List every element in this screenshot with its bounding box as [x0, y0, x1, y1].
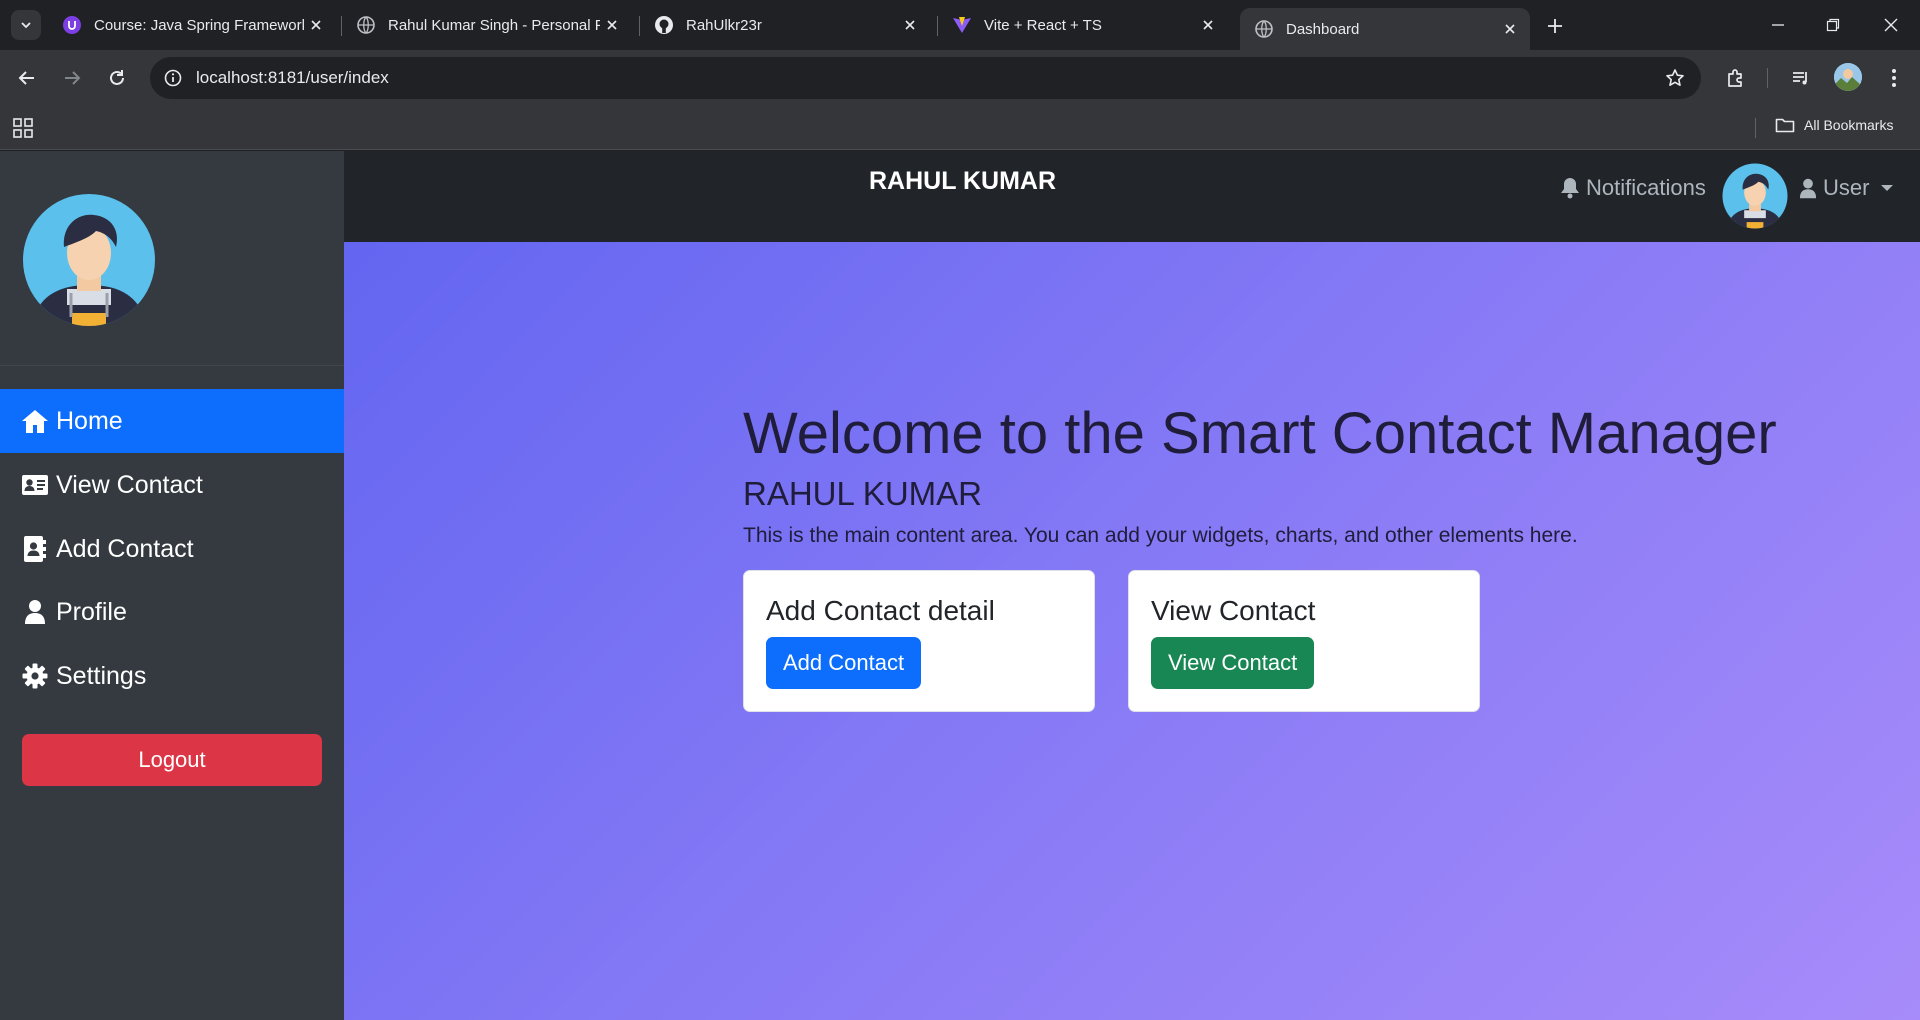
user-dropdown[interactable]: User	[1799, 175, 1894, 201]
sidebar-item-add-contact[interactable]: Add Contact	[0, 517, 344, 581]
contact-card-icon	[20, 471, 50, 499]
sidebar-avatar	[22, 193, 156, 327]
arrow-right-icon	[65, 71, 81, 85]
browser-tab[interactable]: Vite + React + TS	[938, 6, 1228, 44]
navbar-avatar[interactable]	[1722, 163, 1788, 229]
sidebar-item-home[interactable]: Home	[0, 389, 344, 453]
sidebar-item-label: Home	[56, 406, 123, 435]
vite-icon	[952, 15, 972, 35]
tab-title: Vite + React + TS	[984, 16, 1102, 34]
media-control-button[interactable]	[1784, 61, 1818, 95]
close-icon[interactable]	[1498, 17, 1522, 41]
reload-button[interactable]	[100, 61, 134, 95]
restore-button[interactable]	[1818, 10, 1848, 40]
close-window-button[interactable]	[1876, 10, 1906, 40]
minimize-icon	[1772, 24, 1784, 26]
sidebar-item-label: View Contact	[56, 470, 203, 499]
main-content: Welcome to the Smart Contact Manager RAH…	[344, 242, 1920, 1020]
sidebar-item-label: Settings	[56, 661, 147, 690]
apps-grid-icon[interactable]	[12, 117, 34, 139]
sidebar-item-label: Profile	[56, 597, 127, 626]
navbar-brand[interactable]: RAHUL KUMAR	[869, 167, 1056, 196]
card-title: Add Contact detail	[766, 595, 995, 626]
reload-icon	[110, 70, 124, 85]
browser-tab[interactable]: RahUlkr23r	[640, 6, 930, 44]
user-icon	[20, 598, 50, 626]
browser-tab-strip: Course: Java Spring Framework Rahul Kuma…	[0, 0, 1920, 50]
add-contact-button[interactable]: Add Contact	[766, 637, 922, 689]
folder-icon	[1775, 118, 1795, 133]
all-bookmarks-label: All Bookmarks	[1804, 117, 1894, 133]
gear-icon	[20, 662, 50, 690]
home-icon	[20, 407, 50, 435]
address-bar[interactable]: localhost:8181/user/index	[150, 57, 1701, 99]
site-info-icon[interactable]	[160, 65, 186, 91]
notifications-label: Notifications	[1586, 175, 1706, 200]
bell-icon	[1561, 178, 1579, 199]
welcome-heading: Welcome to the Smart Contact Manager	[743, 401, 1777, 466]
sidebar-divider	[0, 365, 344, 366]
caret-down-icon	[1881, 185, 1894, 191]
browser-tab[interactable]: Rahul Kumar Singh - Personal P	[342, 6, 632, 44]
url-text[interactable]: localhost:8181/user/index	[196, 68, 389, 88]
add-contact-card: Add Contact detail Add Contact	[743, 570, 1095, 712]
plus-icon	[1548, 19, 1562, 33]
restore-icon	[1826, 18, 1840, 32]
view-contact-card: View Contact View Contact	[1128, 570, 1480, 712]
view-contact-button[interactable]: View Contact	[1151, 637, 1315, 689]
globe-icon	[356, 15, 376, 35]
top-navbar: RAHUL KUMAR Notifications User	[344, 151, 1920, 242]
tab-title: Dashboard	[1286, 20, 1360, 38]
tab-title: RahUlkr23r	[686, 16, 762, 34]
bookmarks-bar: All Bookmarks	[0, 106, 1920, 150]
tab-title: Course: Java Spring Framework	[94, 16, 304, 34]
new-tab-button[interactable]	[1541, 12, 1569, 40]
all-bookmarks-button[interactable]: All Bookmarks	[1775, 116, 1893, 134]
user-name-heading: RAHUL KUMAR	[743, 475, 982, 512]
media-queue-icon	[1793, 72, 1807, 85]
chevron-down-icon	[21, 22, 31, 29]
globe-icon	[1254, 19, 1274, 39]
forward-button[interactable]	[55, 61, 89, 95]
content-description: This is the main content area. You can a…	[743, 524, 1578, 547]
browser-profile-avatar[interactable]	[1834, 63, 1862, 91]
close-icon	[1884, 18, 1898, 32]
user-icon	[1799, 178, 1817, 198]
browser-tab[interactable]: Course: Java Spring Framework	[48, 6, 336, 44]
sidebar-item-view-contact[interactable]: View Contact	[0, 453, 344, 517]
sidebar-item-profile[interactable]: Profile	[0, 580, 344, 644]
close-icon[interactable]	[1196, 13, 1220, 37]
logout-button[interactable]: Logout	[22, 734, 322, 786]
more-vertical-icon	[1892, 69, 1896, 87]
arrow-left-icon	[18, 71, 34, 85]
tab-search-button[interactable]	[11, 10, 41, 40]
course-icon	[62, 15, 82, 35]
sidebar-item-settings[interactable]: Settings	[0, 644, 344, 708]
card-title: View Contact	[1151, 595, 1316, 626]
user-label: User	[1823, 175, 1870, 200]
browser-tab-active[interactable]: Dashboard	[1240, 8, 1530, 50]
browser-toolbar: localhost:8181/user/index	[0, 50, 1920, 106]
toolbar-divider	[1767, 68, 1768, 88]
address-book-icon	[20, 535, 50, 563]
tab-title: Rahul Kumar Singh - Personal P	[388, 16, 600, 34]
github-icon	[654, 15, 674, 35]
close-icon[interactable]	[600, 13, 624, 37]
extensions-button[interactable]	[1719, 61, 1753, 95]
bookmarks-divider	[1755, 118, 1756, 138]
web-page: Home View Contact Add Contact Profile Se…	[0, 151, 1920, 1020]
minimize-button[interactable]	[1763, 10, 1793, 40]
close-icon[interactable]	[304, 13, 328, 37]
notifications-link[interactable]: Notifications	[1560, 175, 1706, 201]
close-icon[interactable]	[898, 13, 922, 37]
sidebar-item-label: Add Contact	[56, 534, 194, 563]
sidebar: Home View Contact Add Contact Profile Se…	[0, 151, 344, 1020]
browser-menu-button[interactable]	[1877, 61, 1911, 95]
back-button[interactable]	[10, 61, 44, 95]
puzzle-icon	[1728, 69, 1742, 87]
bookmark-star-icon[interactable]	[1663, 66, 1687, 90]
